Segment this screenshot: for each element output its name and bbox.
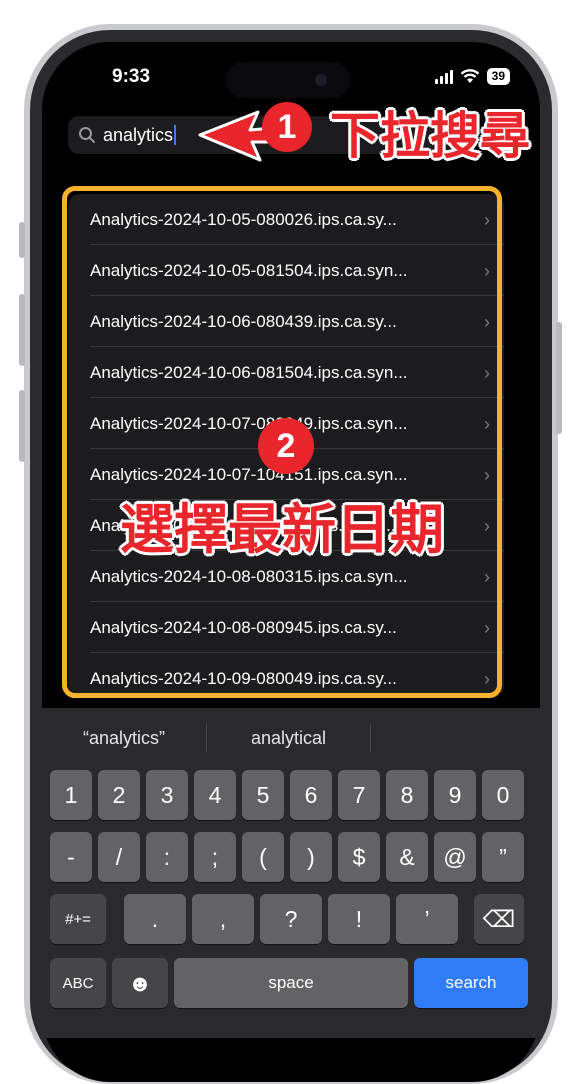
key-ampersand[interactable]: & xyxy=(386,832,428,882)
key-8[interactable]: 8 xyxy=(386,770,428,820)
space-key[interactable]: space xyxy=(174,958,408,1008)
status-time: 9:33 xyxy=(112,66,151,87)
status-icons: 39 xyxy=(434,68,510,85)
step-2-label: 選擇最新日期 xyxy=(120,500,444,560)
key-comma[interactable]: , xyxy=(192,894,254,944)
prediction-divider xyxy=(370,724,371,752)
abc-key[interactable]: ABC xyxy=(50,958,106,1008)
key-question[interactable]: ? xyxy=(260,894,322,944)
key-quote[interactable]: ” xyxy=(482,832,524,882)
wifi-icon xyxy=(460,69,479,83)
key-0[interactable]: 0 xyxy=(482,770,524,820)
camera-dot xyxy=(315,74,327,86)
text-cursor xyxy=(174,125,177,145)
emoji-key[interactable]: ☻ xyxy=(112,958,168,1008)
volume-down-button xyxy=(19,390,25,462)
key-1[interactable]: 1 xyxy=(50,770,92,820)
key-close-paren[interactable]: ) xyxy=(290,832,332,882)
key-3[interactable]: 3 xyxy=(146,770,188,820)
key-2[interactable]: 2 xyxy=(98,770,140,820)
step-1-label: 下拉搜尋 xyxy=(330,108,530,164)
action-button xyxy=(19,222,25,258)
step-1-badge: 1 xyxy=(262,102,312,152)
symbols-key[interactable]: #+= xyxy=(50,894,106,944)
volume-up-button xyxy=(19,294,25,366)
search-key[interactable]: search xyxy=(414,958,528,1008)
key-exclamation[interactable]: ! xyxy=(328,894,390,944)
key-5[interactable]: 5 xyxy=(242,770,284,820)
key-9[interactable]: 9 xyxy=(434,770,476,820)
battery-indicator: 39 xyxy=(486,68,510,85)
key-dollar[interactable]: $ xyxy=(338,832,380,882)
key-period[interactable]: . xyxy=(124,894,186,944)
key-slash[interactable]: / xyxy=(98,832,140,882)
power-button xyxy=(556,322,562,434)
step-2-badge: 2 xyxy=(258,418,314,474)
keyboard: “analytics” analytical 1 2 3 4 5 6 7 8 9… xyxy=(42,708,540,1038)
search-query-text: analytics xyxy=(103,124,174,145)
cellular-signal-icon xyxy=(434,69,453,84)
key-colon[interactable]: : xyxy=(146,832,188,882)
dynamic-island xyxy=(225,62,351,98)
delete-key[interactable]: ⌫ xyxy=(474,894,524,944)
key-open-paren[interactable]: ( xyxy=(242,832,284,882)
key-6[interactable]: 6 xyxy=(290,770,332,820)
key-7[interactable]: 7 xyxy=(338,770,380,820)
prediction-1[interactable]: “analytics” xyxy=(42,728,206,749)
key-semicolon[interactable]: ; xyxy=(194,832,236,882)
key-at[interactable]: @ xyxy=(434,832,476,882)
search-icon xyxy=(79,127,95,143)
key-4[interactable]: 4 xyxy=(194,770,236,820)
key-apostrophe[interactable]: ’ xyxy=(396,894,458,944)
key-minus[interactable]: - xyxy=(50,832,92,882)
prediction-2[interactable]: analytical xyxy=(207,728,370,749)
predictive-bar: “analytics” analytical xyxy=(42,708,540,768)
